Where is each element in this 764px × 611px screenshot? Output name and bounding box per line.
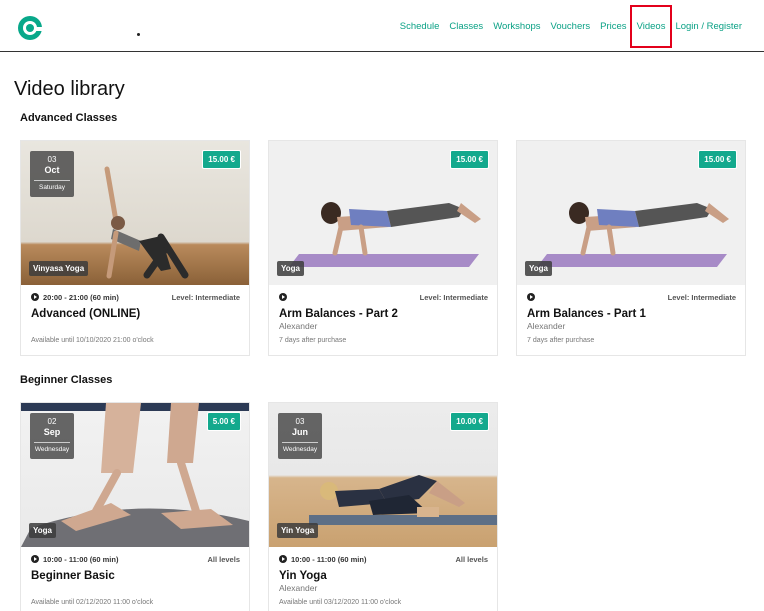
availability-text: 7 days after purchase [279,337,347,344]
category-tag: Yoga [525,261,552,276]
highlight-box [629,5,672,48]
category-tag: Yin Yoga [277,523,319,538]
date-box: 02 Sep Wednesday [30,413,74,459]
teacher-name: Alexander [279,321,318,331]
video-card[interactable]: 10.00 € 03 Jun Wednesday Yin Yoga 10:00 … [268,402,498,611]
class-image: 10.00 € 03 Jun Wednesday Yin Yoga [269,403,497,547]
class-level: Level: Intermediate [171,293,240,302]
dot-mark [137,33,140,36]
play-icon [279,555,287,563]
play-icon [279,293,287,301]
card-title[interactable]: Arm Balances - Part 2 [279,308,398,320]
price-badge: 10.00 € [450,412,489,431]
nav-classes[interactable]: Classes [449,21,483,32]
nav-vouchers[interactable]: Vouchers [551,21,591,32]
nav-videos[interactable]: Videos [629,5,672,48]
page-title: Video library [14,78,125,100]
date-month: Oct [44,165,60,175]
nav-login-register[interactable]: Login / Register [675,21,742,32]
class-image: 15.00 € Yoga [517,141,745,285]
availability-text: Available until 10/10/2020 21:00 o'clock [31,337,154,344]
price-badge: 15.00 € [450,150,489,169]
date-weekday: Saturday [34,180,70,191]
logo-icon[interactable] [18,16,43,40]
top-navigation-bar: Schedule Classes Workshops Vouchers Pric… [0,0,764,52]
class-time: 10:00 - 11:00 (60 min) [291,555,367,564]
class-image: 5.00 € 02 Sep Wednesday Yoga [21,403,249,547]
video-card[interactable]: 15.00 € Yoga Level: Intermediate Arm Bal… [516,140,746,356]
teacher-name: Alexander [279,583,318,593]
date-weekday: Wednesday [34,442,70,453]
category-tag: Vinyasa Yoga [29,261,89,276]
class-level: All levels [207,555,240,564]
date-weekday: Wednesday [282,442,318,453]
category-tag: Yoga [29,523,56,538]
meta-row: 10:00 - 11:00 (60 min) All levels [31,555,240,565]
card-title[interactable]: Yin Yoga [279,570,327,582]
teacher-name: Alexander [527,321,566,331]
availability-text: 7 days after purchase [527,337,595,344]
date-box: 03 Jun Wednesday [278,413,322,459]
main-nav: Schedule Classes Workshops Vouchers Pric… [390,5,742,48]
play-icon [31,293,39,301]
video-card[interactable]: 15.00 € 03 Oct Saturday Vinyasa Yoga 20:… [20,140,250,356]
class-level: Level: Intermediate [419,293,488,302]
card-title[interactable]: Beginner Basic [31,570,115,582]
video-card[interactable]: 15.00 € Yoga Level: Intermediate Arm Bal… [268,140,498,356]
meta-row: 10:00 - 11:00 (60 min) All levels [279,555,488,565]
date-month: Sep [43,427,61,437]
category-tag: Yoga [277,261,304,276]
class-level: All levels [455,555,488,564]
price-badge: 5.00 € [206,412,241,431]
class-time: 20:00 - 21:00 (60 min) [43,293,119,302]
meta-row: 20:00 - 21:00 (60 min) Level: Intermedia… [31,293,240,303]
date-day: 03 [47,155,57,164]
date-day: 02 [47,417,57,426]
date-month: Jun [291,427,308,437]
price-badge: 15.00 € [698,150,737,169]
nav-schedule[interactable]: Schedule [400,21,440,32]
availability-text: Available until 03/12/2020 11:00 o'clock [279,599,402,606]
section-title-beginner: Beginner Classes [20,374,113,386]
video-card[interactable]: 5.00 € 02 Sep Wednesday Yoga 10:00 - 11:… [20,402,250,611]
section-title-advanced: Advanced Classes [20,112,118,124]
nav-workshops[interactable]: Workshops [493,21,540,32]
class-time: 10:00 - 11:00 (60 min) [43,555,119,564]
card-title[interactable]: Arm Balances - Part 1 [527,308,646,320]
availability-text: Available until 02/12/2020 11:00 o'clock [31,599,154,606]
class-image: 15.00 € Yoga [269,141,497,285]
card-title[interactable]: Advanced (ONLINE) [31,308,140,320]
class-image: 15.00 € 03 Oct Saturday Vinyasa Yoga [21,141,249,285]
date-box: 03 Oct Saturday [30,151,74,197]
play-icon [31,555,39,563]
play-icon [527,293,535,301]
meta-row: Level: Intermediate [279,293,488,303]
nav-prices[interactable]: Prices [600,21,626,32]
meta-row: Level: Intermediate [527,293,736,303]
price-badge: 15.00 € [202,150,241,169]
class-level: Level: Intermediate [667,293,736,302]
date-day: 03 [295,417,305,426]
